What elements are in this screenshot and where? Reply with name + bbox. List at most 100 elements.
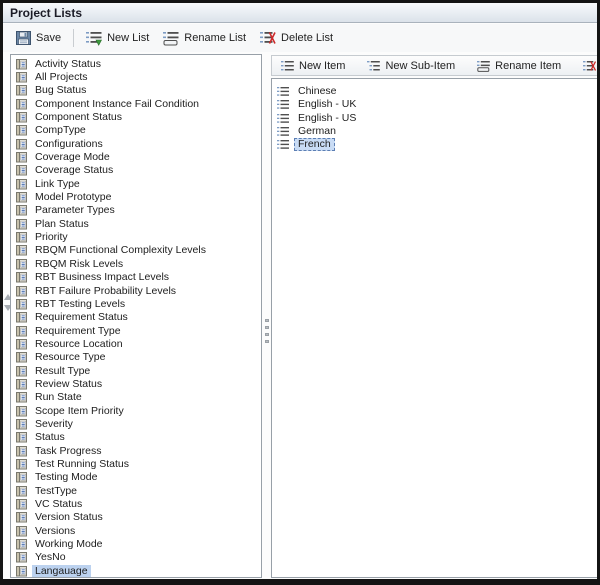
project-list-item[interactable]: Task Progress — [11, 444, 261, 457]
project-list-item[interactable]: Versions — [11, 524, 261, 537]
project-list-item-label: Parameter Types — [32, 204, 118, 216]
list-value-item[interactable]: French — [272, 138, 597, 151]
project-list-item[interactable]: Parameter Types — [11, 204, 261, 217]
list-value-item[interactable]: English - UK — [272, 98, 597, 111]
new-sub-item-button-label: New Sub-Item — [385, 60, 455, 72]
project-list-item[interactable]: Component Instance Fail Condition — [11, 97, 261, 110]
delete-list-button[interactable]: Delete List — [253, 28, 340, 49]
project-list-item[interactable]: Plan Status — [11, 217, 261, 230]
list-box-icon — [15, 71, 28, 83]
rename-list-button[interactable]: Rename List — [156, 28, 253, 49]
project-list-item[interactable]: Run State — [11, 391, 261, 404]
project-list-item[interactable]: Scope Item Priority — [11, 404, 261, 417]
project-list-item[interactable]: Configurations — [11, 137, 261, 150]
project-list-item[interactable]: Resource Type — [11, 351, 261, 364]
project-list-item[interactable]: CompType — [11, 124, 261, 137]
new-sub-item-icon — [367, 60, 380, 72]
project-list-item[interactable]: VC Status — [11, 497, 261, 510]
project-list-item-label: Priority — [32, 231, 71, 243]
project-list-item-label: RBQM Functional Complexity Levels — [32, 244, 209, 256]
project-list-item[interactable]: Activity Status — [11, 57, 261, 70]
project-list-item[interactable]: TestType — [11, 484, 261, 497]
delete-item-button[interactable]: Delete Item — [577, 58, 600, 74]
project-list-item[interactable]: Requirement Type — [11, 324, 261, 337]
project-list-item[interactable]: Resource Location — [11, 337, 261, 350]
project-list-item-label: Resource Type — [32, 351, 108, 363]
project-list-item[interactable]: Testing Mode — [11, 471, 261, 484]
list-box-icon — [15, 445, 28, 457]
list-value-item[interactable]: Chinese — [272, 85, 597, 98]
new-sub-item-button[interactable]: New Sub-Item — [361, 58, 461, 74]
project-list-item[interactable]: Version Status — [11, 511, 261, 524]
list-box-icon — [15, 458, 28, 470]
toolbar-separator — [73, 29, 74, 47]
project-list-item[interactable]: RBT Testing Levels — [11, 297, 261, 310]
list-box-icon — [15, 218, 28, 230]
list-box-icon — [15, 471, 28, 483]
project-list-item[interactable]: Component Status — [11, 110, 261, 123]
list-box-icon — [15, 285, 28, 297]
new-list-button-label: New List — [107, 32, 149, 44]
list-box-icon — [15, 498, 28, 510]
delete-list-button-label: Delete List — [281, 32, 333, 44]
project-list-item-label: RBT Testing Levels — [32, 298, 128, 310]
list-box-icon — [15, 258, 28, 270]
save-button[interactable]: Save — [9, 28, 68, 48]
project-list-item[interactable]: Priority — [11, 230, 261, 243]
new-item-button[interactable]: New Item — [275, 58, 351, 74]
project-list-item[interactable]: RBT Business Impact Levels — [11, 271, 261, 284]
list-items-panel[interactable]: Chinese English - UK — [271, 78, 597, 578]
project-list-item[interactable]: RBT Failure Probability Levels — [11, 284, 261, 297]
project-list-item[interactable]: YesNo — [11, 551, 261, 564]
list-box-icon — [15, 271, 28, 283]
list-box-icon — [15, 244, 28, 256]
project-list-item-label: Working Mode — [32, 538, 106, 550]
list-box-icon — [15, 551, 28, 563]
project-list-item-label: Severity — [32, 418, 76, 430]
project-list-item[interactable]: Langauage — [11, 564, 261, 577]
project-list-item-label: Review Status — [32, 378, 105, 390]
list-box-icon — [15, 191, 28, 203]
project-list-item-label: RBT Business Impact Levels — [32, 271, 172, 283]
project-list-item[interactable]: Working Mode — [11, 537, 261, 550]
new-list-button[interactable]: New List — [79, 28, 156, 49]
list-box-icon — [15, 351, 28, 363]
list-box-icon — [15, 84, 28, 96]
page-title: Project Lists — [10, 6, 82, 20]
list-value-item[interactable]: German — [272, 125, 597, 138]
project-list-item[interactable]: Severity — [11, 417, 261, 430]
project-list-item[interactable]: RBQM Functional Complexity Levels — [11, 244, 261, 257]
panel-splitter-grip[interactable] — [265, 319, 269, 347]
project-list-item-label: Result Type — [32, 365, 93, 377]
project-list-item-label: RBQM Risk Levels — [32, 258, 126, 270]
project-list-item-label: All Projects — [32, 71, 91, 83]
list-value-item-label: Chinese — [294, 85, 341, 98]
rename-item-button[interactable]: Rename Item — [471, 58, 567, 74]
project-list-item[interactable]: Link Type — [11, 177, 261, 190]
list-value-item[interactable]: English - US — [272, 112, 597, 125]
project-list-item[interactable]: Review Status — [11, 377, 261, 390]
project-lists-panel[interactable]: Activity Status All Projects — [10, 54, 262, 578]
project-list-item[interactable]: All Projects — [11, 70, 261, 83]
project-list-item[interactable]: Test Running Status — [11, 457, 261, 470]
rename-item-icon — [477, 60, 490, 72]
project-list-item[interactable]: Model Prototype — [11, 190, 261, 203]
project-list-item-label: VC Status — [32, 498, 85, 510]
list-box-icon — [15, 338, 28, 350]
project-list-item-label: Plan Status — [32, 218, 92, 230]
list-box-icon — [15, 485, 28, 497]
project-list-item[interactable]: Coverage Status — [11, 164, 261, 177]
save-button-label: Save — [36, 32, 61, 44]
project-list-item[interactable]: Requirement Status — [11, 311, 261, 324]
new-item-icon — [281, 60, 294, 72]
project-list-item-label: Bug Status — [32, 84, 89, 96]
project-list-item[interactable]: Status — [11, 431, 261, 444]
project-list-item[interactable]: Coverage Mode — [11, 150, 261, 163]
list-box-icon — [15, 511, 28, 523]
list-box-icon — [15, 565, 28, 577]
project-list-item[interactable]: Result Type — [11, 364, 261, 377]
list-lines-icon — [277, 113, 289, 124]
project-list-item-label: Langauage — [32, 565, 91, 577]
project-list-item[interactable]: RBQM Risk Levels — [11, 257, 261, 270]
project-list-item[interactable]: Bug Status — [11, 84, 261, 97]
